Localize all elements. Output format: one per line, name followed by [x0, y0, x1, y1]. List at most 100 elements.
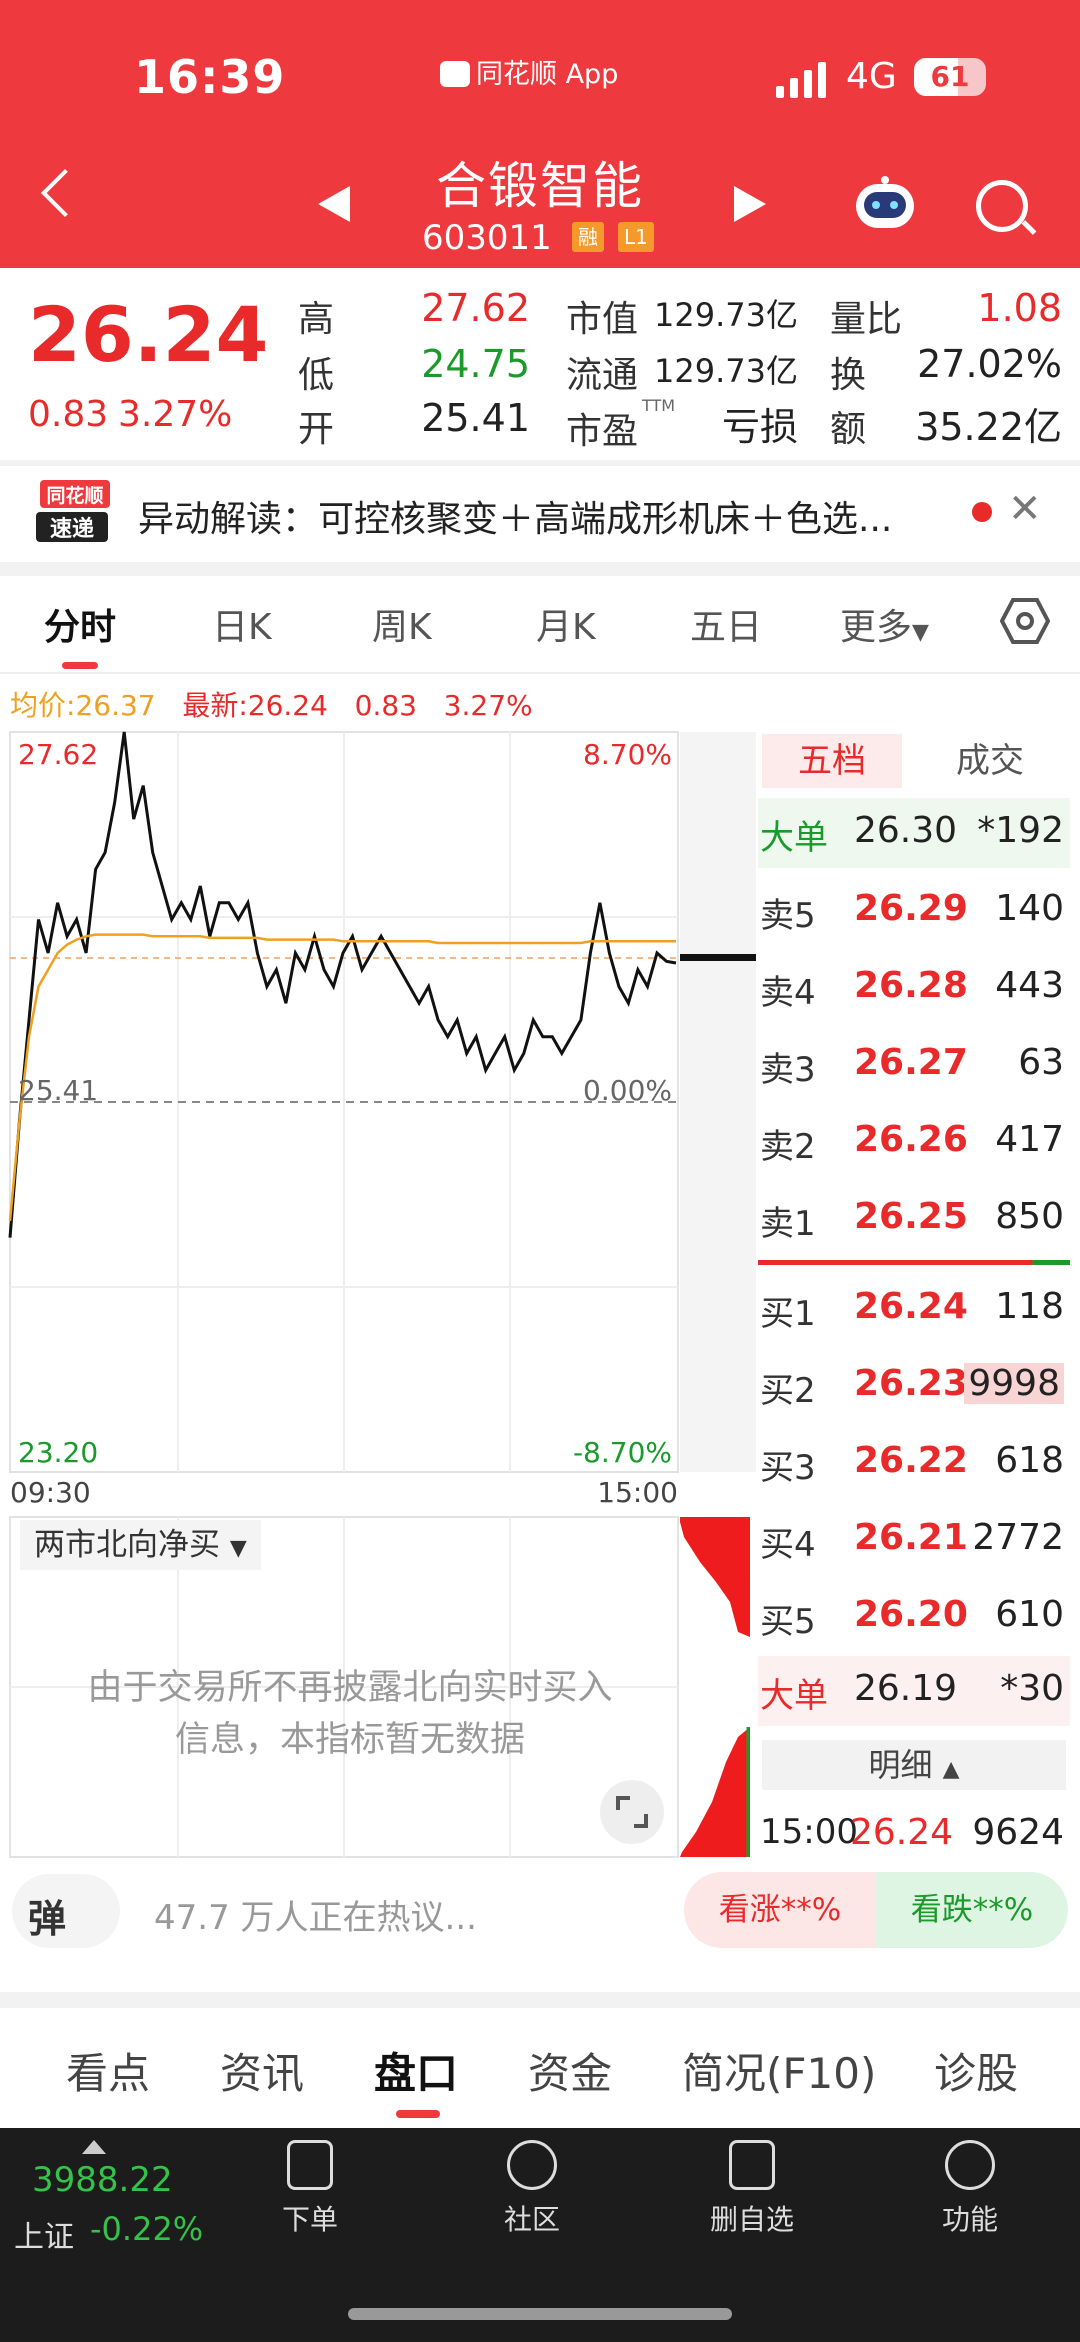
index-name: 上证 [14, 2220, 74, 2255]
remove-watchlist-button[interactable]: 删自选 [692, 2140, 812, 2238]
volratio-label: 量比 [830, 299, 903, 340]
north-selector-label: 两市北向净买 [34, 1527, 220, 1563]
level-label: 卖4 [760, 973, 816, 1013]
news-headline[interactable]: 异动解读：可控核聚变＋高端成形机床＋色选... [138, 490, 892, 542]
latest-change: 0.83 [354, 689, 417, 722]
tab-highlights[interactable]: 看点 [66, 2040, 150, 2101]
expand-up-icon[interactable] [82, 2140, 106, 2154]
remove-watchlist-label: 删自选 [709, 2203, 794, 2236]
level-volume: 140 [995, 888, 1064, 929]
divider [0, 460, 1080, 466]
status-time: 16:39 [134, 50, 286, 104]
close-icon[interactable]: ✕ [1008, 486, 1042, 532]
menu-circle-icon [945, 2140, 995, 2190]
tab-trades[interactable]: 成交 [920, 734, 1060, 788]
ask-row: 卖2 26.26 417 [758, 1107, 1070, 1177]
level1-tag: L1 [618, 222, 654, 252]
tab-order-book[interactable]: 盘口 [374, 2040, 458, 2101]
low-label: 低 [298, 355, 335, 396]
community-star-icon [507, 2140, 557, 2190]
price-change: 0.83 [28, 394, 109, 435]
divider [0, 672, 1080, 674]
x-label-open: 09:30 [10, 1476, 91, 1509]
functions-label: 功能 [941, 2203, 998, 2236]
tab-monthly-k[interactable]: 月K [536, 598, 596, 650]
y-label-high-pct: 8.70% [583, 738, 672, 771]
bullish-button[interactable]: 看涨**% [684, 1872, 876, 1948]
tab-more[interactable]: 更多▼ [840, 598, 929, 650]
avg-value: 26.37 [75, 689, 156, 722]
tab-capital[interactable]: 资金 [528, 2040, 612, 2101]
prev-stock-icon[interactable] [318, 186, 350, 222]
tab-diagnosis[interactable]: 诊股 [934, 2040, 1018, 2101]
trade-row: 15:00 26.24 9624 [758, 1800, 1070, 1870]
tab-daily-k[interactable]: 日K [212, 598, 272, 650]
north-indicator-select[interactable]: 两市北向净买 ▼ [20, 1520, 261, 1570]
spread-divider [758, 1260, 1070, 1265]
avg-latest-line: 均价:26.37 最新:26.24 0.83 3.27% [10, 684, 533, 724]
tab-news[interactable]: 资讯 [220, 2040, 304, 2101]
level-volume: 443 [995, 965, 1064, 1006]
level-price: 26.22 [854, 1440, 968, 1481]
functions-button[interactable]: 功能 [910, 2140, 1030, 2238]
level-volume: 850 [995, 1196, 1064, 1237]
north-msg-line2: 信息，本指标暂无数据 [174, 1720, 525, 1760]
order-form-icon [287, 2140, 333, 2190]
search-icon[interactable] [976, 180, 1028, 232]
big-buy-row: 大单 26.19 *30 [758, 1656, 1070, 1726]
tab-more-label: 更多 [840, 607, 913, 648]
latest-label: 最新: [182, 689, 248, 722]
level-volume: 63 [1018, 1042, 1064, 1083]
order-label: 下单 [281, 2203, 338, 2236]
back-arrow-icon[interactable] [40, 168, 90, 218]
level-volume: 618 [995, 1440, 1064, 1481]
bearish-button[interactable]: 看跌**% [876, 1872, 1068, 1948]
trade-time: 15:00 [760, 1812, 858, 1852]
level-price: 26.21 [854, 1517, 968, 1558]
amount-value: 35.22亿 [915, 405, 1062, 449]
tab-f10[interactable]: 简况(F10) [682, 2040, 876, 2101]
community-button[interactable]: 社区 [472, 2140, 592, 2238]
community-label: 社区 [503, 2203, 560, 2236]
level-label: 卖1 [760, 1204, 816, 1244]
stock-name: 合锻智能 [436, 157, 644, 215]
battery-icon: 61 [914, 58, 986, 96]
bid-row: 买4 26.21 2772 [758, 1505, 1070, 1575]
header-bar: 16:39 同花顺 App 4G 61 合锻智能 603011 融 L1 [0, 0, 1080, 268]
level-label: 买2 [760, 1371, 816, 1411]
expand-icon[interactable] [600, 1780, 664, 1844]
big-sell-price: 26.30 [854, 810, 958, 851]
open-label: 开 [298, 409, 335, 450]
level-volume: 610 [995, 1594, 1064, 1635]
divider [0, 562, 1080, 576]
news-logo-top: 同花顺 [46, 484, 103, 507]
dropdown-triangle-icon: ▼ [229, 1536, 247, 1561]
y-label-low: 23.20 [18, 1436, 98, 1469]
tab-five-day[interactable]: 五日 [690, 598, 762, 650]
tab-five-levels[interactable]: 五档 [762, 734, 902, 788]
latest-value: 26.24 [247, 689, 328, 722]
tab-intraday[interactable]: 分时 [44, 598, 116, 650]
amount-label: 额 [830, 409, 867, 450]
index-value[interactable]: 3988.22 [32, 2160, 173, 2200]
north-empty-message: 由于交易所不再披露北向实时买入 信息，本指标暂无数据 [40, 1662, 660, 1766]
tab-weekly-k[interactable]: 周K [372, 598, 432, 650]
news-logo-bottom: 速递 [50, 516, 94, 542]
order-button[interactable]: 下单 [250, 2140, 370, 2238]
network-type: 4G [846, 56, 897, 97]
settings-gear-icon[interactable] [1000, 596, 1050, 646]
pe-ttm-label: TTM [642, 396, 676, 415]
detail-toggle[interactable]: 明细 ▲ [762, 1740, 1066, 1790]
news-flash-logo: 同花顺 速递 [36, 480, 110, 542]
next-stock-icon[interactable] [734, 186, 766, 222]
unread-dot [972, 502, 992, 522]
discussion-count[interactable]: 47.7 万人正在热议... [154, 1890, 477, 1939]
level-label: 卖5 [760, 896, 816, 936]
robot-assistant-icon[interactable] [852, 174, 918, 236]
battery-level: 61 [930, 60, 970, 93]
bid-row: 买5 26.20 610 [758, 1582, 1070, 1652]
buy-depth-area [680, 1727, 750, 1857]
north-msg-line1: 由于交易所不再披露北向实时买入 [87, 1668, 613, 1708]
app-logo-icon [440, 61, 470, 87]
level-price: 26.28 [854, 965, 968, 1006]
